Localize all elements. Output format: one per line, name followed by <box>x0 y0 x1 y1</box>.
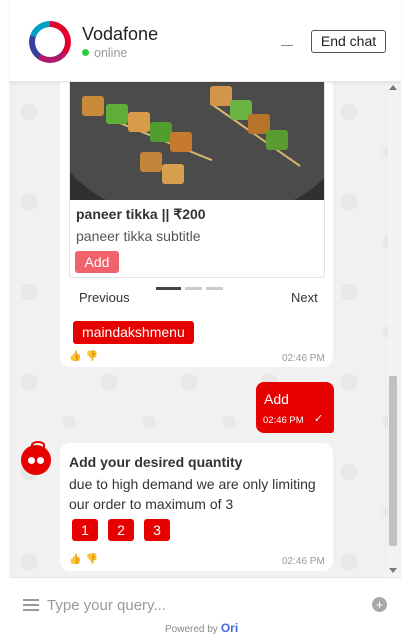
feedback-icons: 👍 👎 <box>69 554 102 565</box>
tikka-piece <box>106 104 128 124</box>
vodafone-logo <box>29 21 71 63</box>
thumbs-up-icon[interactable]: 👍 <box>69 351 81 362</box>
thumbs-up-icon[interactable]: 👍 <box>69 554 81 565</box>
tikka-piece <box>266 130 288 150</box>
tikka-piece <box>162 164 184 184</box>
status-label: online <box>94 46 128 60</box>
quantity-option-button[interactable]: 3 <box>144 519 170 541</box>
online-status: online <box>82 46 127 60</box>
feedback-icons: 👍 👎 <box>69 351 102 362</box>
product-title: paneer tikka || ₹200 <box>76 206 206 222</box>
thumbs-down-icon[interactable]: 👎 <box>85 351 97 362</box>
bot-eye-icon <box>28 457 35 464</box>
user-message-text: Add <box>264 391 289 407</box>
chat-footer: + Powered byOri <box>9 577 401 641</box>
tikka-piece <box>170 132 192 152</box>
bot-avatar <box>21 441 51 475</box>
tikka-piece <box>210 86 232 106</box>
powered-by-label: Powered by <box>165 624 218 635</box>
carousel-dot[interactable] <box>185 287 202 290</box>
message-time: 02:46 PM <box>282 556 325 567</box>
minimize-icon[interactable] <box>281 32 293 46</box>
scroll-down-arrow-icon[interactable] <box>389 568 397 573</box>
chat-area: paneer tikka || ₹200 paneer tikka subtit… <box>9 82 401 577</box>
tikka-piece <box>140 152 162 172</box>
add-to-cart-button[interactable]: Add <box>75 251 119 273</box>
user-message-time: 02:46 PM <box>263 415 304 426</box>
carousel-dot[interactable] <box>206 287 223 290</box>
online-dot-icon <box>82 49 89 56</box>
carousel-indicators <box>156 287 227 305</box>
bot-message-title: Add your desired quantity <box>69 454 243 470</box>
bot-message-text: due to high demand we are only limiting … <box>69 476 316 512</box>
tikka-piece <box>150 122 172 142</box>
powered-by: Powered by Ori <box>165 621 238 635</box>
product-subtitle: paneer tikka subtitle <box>76 228 201 244</box>
carousel-message: paneer tikka || ₹200 paneer tikka subtit… <box>60 82 333 367</box>
bot-eye-icon <box>37 457 44 464</box>
scroll-up-arrow-icon[interactable] <box>389 85 397 90</box>
brand-name: Vodafone <box>82 24 159 44</box>
scrollbar-thumb[interactable] <box>389 376 397 546</box>
hamburger-menu-icon[interactable] <box>23 599 39 611</box>
user-message: Add 02:46 PM ✓ <box>256 382 334 433</box>
plus-circle-icon[interactable]: + <box>372 597 387 612</box>
query-input[interactable] <box>47 592 357 618</box>
product-card: paneer tikka || ₹200 paneer tikka subtit… <box>69 82 325 278</box>
carousel-previous-button[interactable]: Previous <box>79 290 130 305</box>
quantity-option-button[interactable]: 1 <box>72 519 98 541</box>
quantity-option-button[interactable]: 2 <box>108 519 134 541</box>
carousel-next-button[interactable]: Next <box>291 290 318 305</box>
menu-chip-button[interactable]: maindakshmenu <box>73 321 194 344</box>
chat-header: Vodafone online End chat <box>9 0 401 82</box>
product-image <box>70 82 324 200</box>
message-time: 02:46 PM <box>282 353 325 364</box>
tikka-piece <box>82 96 104 116</box>
tikka-piece <box>128 112 150 132</box>
ori-logo: Ori <box>220 621 239 635</box>
delivered-check-icon: ✓ <box>314 413 324 425</box>
thumbs-down-icon[interactable]: 👎 <box>85 554 97 565</box>
end-chat-button[interactable]: End chat <box>311 30 386 53</box>
carousel-dot-active[interactable] <box>156 287 181 290</box>
bot-message: Add your desired quantity due to high de… <box>60 443 333 571</box>
